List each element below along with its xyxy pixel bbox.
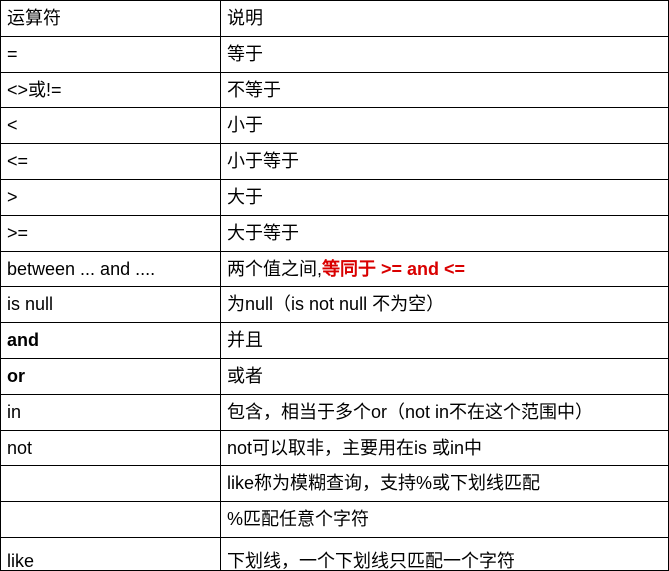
table-row: or 或者: [1, 358, 669, 394]
cell-description: 包含，相当于多个or（not in不在这个范围中）: [221, 394, 669, 430]
cell-operator: and: [1, 323, 221, 359]
cell-description: 为null（is not null 不为空）: [221, 287, 669, 323]
col-header-operator: 运算符: [1, 1, 221, 37]
table-row: >= 大于等于: [1, 215, 669, 251]
cell-description: 不等于: [221, 72, 669, 108]
cell-operator: or: [1, 358, 221, 394]
table-row: <>或!= 不等于: [1, 72, 669, 108]
table-row: in 包含，相当于多个or（not in不在这个范围中）: [1, 394, 669, 430]
cell-operator: >=: [1, 215, 221, 251]
cell-description: 小于: [221, 108, 669, 144]
operators-table: 运算符 说明 = 等于 <>或!= 不等于 < 小于 <= 小于等于 > 大于 …: [0, 0, 669, 571]
cell-description: 下划线，一个下划线只匹配一个字符: [221, 537, 669, 570]
cell-operator: between ... and ....: [1, 251, 221, 287]
cell-description: 小于等于: [221, 144, 669, 180]
table-row: like称为模糊查询，支持%或下划线匹配: [1, 466, 669, 502]
table-row: = 等于: [1, 36, 669, 72]
cell-operator: like: [1, 537, 221, 570]
cell-description: not可以取非，主要用在is 或in中: [221, 430, 669, 466]
cell-description: like称为模糊查询，支持%或下划线匹配: [221, 466, 669, 502]
table-row: not not可以取非，主要用在is 或in中: [1, 430, 669, 466]
table-row: and 并且: [1, 323, 669, 359]
cell-operator: <: [1, 108, 221, 144]
cell-operator: <>或!=: [1, 72, 221, 108]
table-row: between ... and .... 两个值之间,等同于 >= and <=: [1, 251, 669, 287]
cell-operator: =: [1, 36, 221, 72]
cell-operator: not: [1, 430, 221, 466]
cell-operator: >: [1, 179, 221, 215]
cell-operator: <=: [1, 144, 221, 180]
cell-operator: in: [1, 394, 221, 430]
table-row: > 大于: [1, 179, 669, 215]
table-row: <= 小于等于: [1, 144, 669, 180]
cell-description: 等于: [221, 36, 669, 72]
cell-description: 或者: [221, 358, 669, 394]
table-row: is null 为null（is not null 不为空）: [1, 287, 669, 323]
cell-description: 并且: [221, 323, 669, 359]
cell-description: %匹配任意个字符: [221, 502, 669, 538]
col-header-description: 说明: [221, 1, 669, 37]
table-row: %匹配任意个字符: [1, 502, 669, 538]
cell-description: 两个值之间,等同于 >= and <=: [221, 251, 669, 287]
cell-description: 大于等于: [221, 215, 669, 251]
cell-operator: [1, 502, 221, 538]
cell-description: 大于: [221, 179, 669, 215]
table-header-row: 运算符 说明: [1, 1, 669, 37]
desc-prefix: 两个值之间,: [227, 259, 322, 279]
desc-emphasis: 等同于 >= and <=: [322, 259, 465, 279]
table-row: like 下划线，一个下划线只匹配一个字符: [1, 537, 669, 570]
table-row: < 小于: [1, 108, 669, 144]
cell-operator: is null: [1, 287, 221, 323]
cell-operator: [1, 466, 221, 502]
